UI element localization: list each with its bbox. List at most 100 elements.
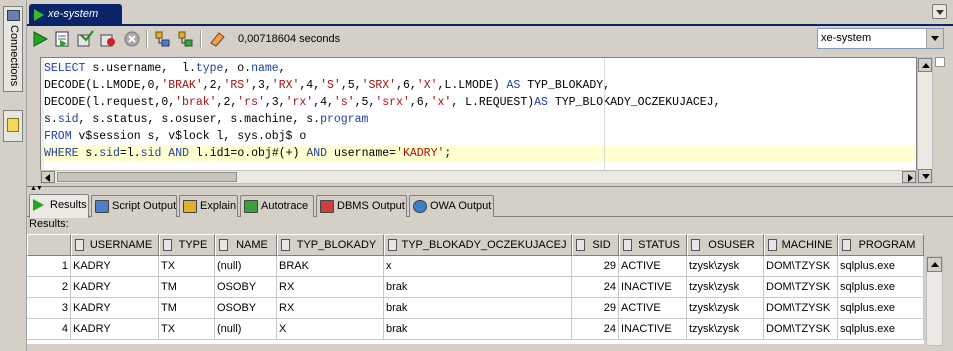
sql-line[interactable]: WHERE s.sid=l.sid AND l.id1=o.obj#(+) AN… — [44, 145, 915, 162]
tab-autotrace[interactable]: Autotrace — [240, 195, 314, 217]
run-icon — [33, 199, 44, 211]
column-header-username[interactable]: USERNAME — [71, 234, 159, 256]
tab-list-dropdown-button[interactable] — [932, 4, 947, 19]
table-cell[interactable]: x — [384, 256, 572, 277]
table-cell[interactable]: brak — [384, 298, 572, 319]
table-row[interactable]: 3 KADRY TM OSOBY RX brak 29 ACTIVE tzysk\zysk DOM… — [27, 298, 924, 319]
column-header-sid[interactable]: SID — [572, 234, 619, 256]
table-cell[interactable]: KADRY — [71, 298, 159, 319]
table-cell[interactable]: INACTIVE — [619, 277, 687, 298]
column-type-icon — [281, 239, 290, 251]
column-header-label: USERNAME — [89, 239, 153, 251]
clear-eraser-button[interactable] — [207, 29, 227, 49]
sql-line[interactable]: DECODE(l.request,0,'brak',2,'rs',3,'rx',… — [44, 94, 915, 111]
scroll-up-icon[interactable] — [927, 257, 942, 272]
run-script-button[interactable] — [52, 29, 72, 49]
tab-script-output[interactable]: Script Output — [91, 195, 177, 217]
table-cell[interactable]: sqlplus.exe — [838, 319, 924, 340]
tab-results[interactable]: Results — [29, 194, 89, 218]
worksheet-tab[interactable]: xe-system — [29, 4, 122, 26]
table-cell[interactable]: TM — [159, 277, 215, 298]
sql-editor[interactable]: SELECT s.username, l.type, o.name, DECODE… — [40, 57, 917, 171]
table-cell[interactable]: 29 — [572, 298, 619, 319]
column-header-osuser[interactable]: OSUSER — [687, 234, 764, 256]
scroll-right-icon[interactable] — [902, 171, 916, 183]
table-cell[interactable]: tzysk\zysk — [687, 256, 764, 277]
sql-line[interactable]: FROM v$session s, v$lock l, sys.obj$ o — [44, 128, 915, 145]
table-cell[interactable]: sqlplus.exe — [838, 256, 924, 277]
tab-dbms-output[interactable]: DBMS Output — [316, 195, 407, 217]
table-cell[interactable]: (null) — [215, 256, 277, 277]
rollback-button[interactable] — [98, 29, 118, 49]
table-cell[interactable]: KADRY — [71, 277, 159, 298]
sql-token: s.username, l. — [85, 62, 196, 75]
sql-token: AS — [534, 96, 548, 109]
column-header-program[interactable]: PROGRAM — [838, 234, 924, 256]
table-cell[interactable]: OSOBY — [215, 298, 277, 319]
table-cell[interactable]: 29 — [572, 256, 619, 277]
table-row[interactable]: 4 KADRY TX (null) Xbrak 24 INACTIVE tzysk\zysk D… — [27, 319, 924, 340]
table-cell[interactable]: BRAK — [277, 256, 384, 277]
column-header-machine[interactable]: MACHINE — [764, 234, 838, 256]
table-row[interactable]: 1 KADRY TX (null) BRAK x 29 ACTIVE tzysk\zysk DOM… — [27, 256, 924, 277]
table-cell[interactable]: OSOBY — [215, 277, 277, 298]
table-cell[interactable]: 24 — [572, 277, 619, 298]
table-cell[interactable]: DOM\TZYSK — [764, 277, 838, 298]
column-header-typ_blokady[interactable]: TYP_BLOKADY — [277, 234, 384, 256]
chevron-down-icon[interactable] — [926, 29, 943, 48]
tab-owa-output[interactable]: OWA Output — [409, 195, 494, 217]
sql-line[interactable]: SELECT s.username, l.type, o.name, — [44, 60, 915, 77]
table-cell[interactable]: TX — [159, 319, 215, 340]
table-cell[interactable]: RX — [277, 298, 384, 319]
table-cell[interactable]: brak — [384, 319, 572, 340]
column-header-type[interactable]: TYPE — [159, 234, 215, 256]
table-row[interactable]: 2 KADRY TM OSOBY RX brak 24 INACTIVE tzysk\zysk D… — [27, 277, 924, 298]
snippets-tab[interactable] — [3, 110, 23, 142]
table-cell[interactable]: DOM\TZYSK — [764, 298, 838, 319]
table-cell[interactable]: ACTIVE — [619, 298, 687, 319]
table-cell[interactable]: ACTIVE — [619, 256, 687, 277]
table-cell[interactable]: INACTIVE — [619, 319, 687, 340]
scroll-down-icon[interactable] — [918, 169, 932, 183]
table-cell[interactable]: tzysk\zysk — [687, 298, 764, 319]
table-cell[interactable]: TM — [159, 298, 215, 319]
table-cell[interactable]: tzysk\zysk — [687, 319, 764, 340]
editor-horizontal-scrollbar[interactable] — [40, 170, 917, 184]
run-statement-button[interactable] — [30, 29, 50, 49]
table-cell[interactable]: KADRY — [71, 256, 159, 277]
results-grid[interactable]: USERNAME TYPE NAME TYP_BLOKADY TYP_BLOKADY_O… — [27, 234, 924, 344]
connections-tab[interactable]: Connections — [3, 6, 23, 92]
table-cell[interactable]: tzysk\zysk — [687, 277, 764, 298]
cancel-button[interactable] — [122, 29, 142, 49]
table-cell[interactable]: (null) — [215, 319, 277, 340]
explain-plan-button[interactable] — [153, 29, 173, 49]
grid-vertical-scrollbar[interactable] — [926, 256, 943, 346]
table-cell[interactable]: sqlplus.exe — [838, 298, 924, 319]
sql-line[interactable]: s.sid, s.status, s.osuser, s.machine, s.… — [44, 111, 915, 128]
sql-line[interactable]: DECODE(L.LMODE,0,'BRAK',2,'RS',3,'RX',4,… — [44, 77, 915, 94]
scroll-up-icon[interactable] — [918, 58, 932, 72]
table-cell[interactable]: TX — [159, 256, 215, 277]
table-cell[interactable]: sqlplus.exe — [838, 277, 924, 298]
column-header-name[interactable]: NAME — [215, 234, 277, 256]
column-header-typ_blokady_oczekujacej[interactable]: TYP_BLOKADY_OCZEKUJACEJ — [384, 234, 572, 256]
column-header-status[interactable]: STATUS — [619, 234, 687, 256]
scroll-thumb[interactable] — [57, 172, 237, 182]
tab-explain[interactable]: Explain — [179, 195, 238, 217]
table-cell[interactable]: RX — [277, 277, 384, 298]
scroll-left-icon[interactable] — [41, 171, 55, 183]
table-cell[interactable]: KADRY — [71, 319, 159, 340]
table-cell[interactable]: DOM\TZYSK — [764, 319, 838, 340]
pane-splitter[interactable]: ▲▼ — [27, 185, 953, 192]
splitter-arrows-icon[interactable]: ▲▼ — [30, 185, 43, 192]
table-cell[interactable]: brak — [384, 277, 572, 298]
commit-button[interactable] — [75, 29, 95, 49]
sql-token: WHERE — [44, 147, 79, 160]
connection-select[interactable]: xe-system — [817, 28, 944, 49]
autotrace-button[interactable] — [176, 29, 196, 49]
table-cell[interactable]: 24 — [572, 319, 619, 340]
editor-vertical-scrollbar[interactable] — [917, 57, 933, 184]
table-cell[interactable]: X — [277, 319, 384, 340]
table-cell[interactable]: DOM\TZYSK — [764, 256, 838, 277]
sql-token: program — [320, 113, 369, 126]
